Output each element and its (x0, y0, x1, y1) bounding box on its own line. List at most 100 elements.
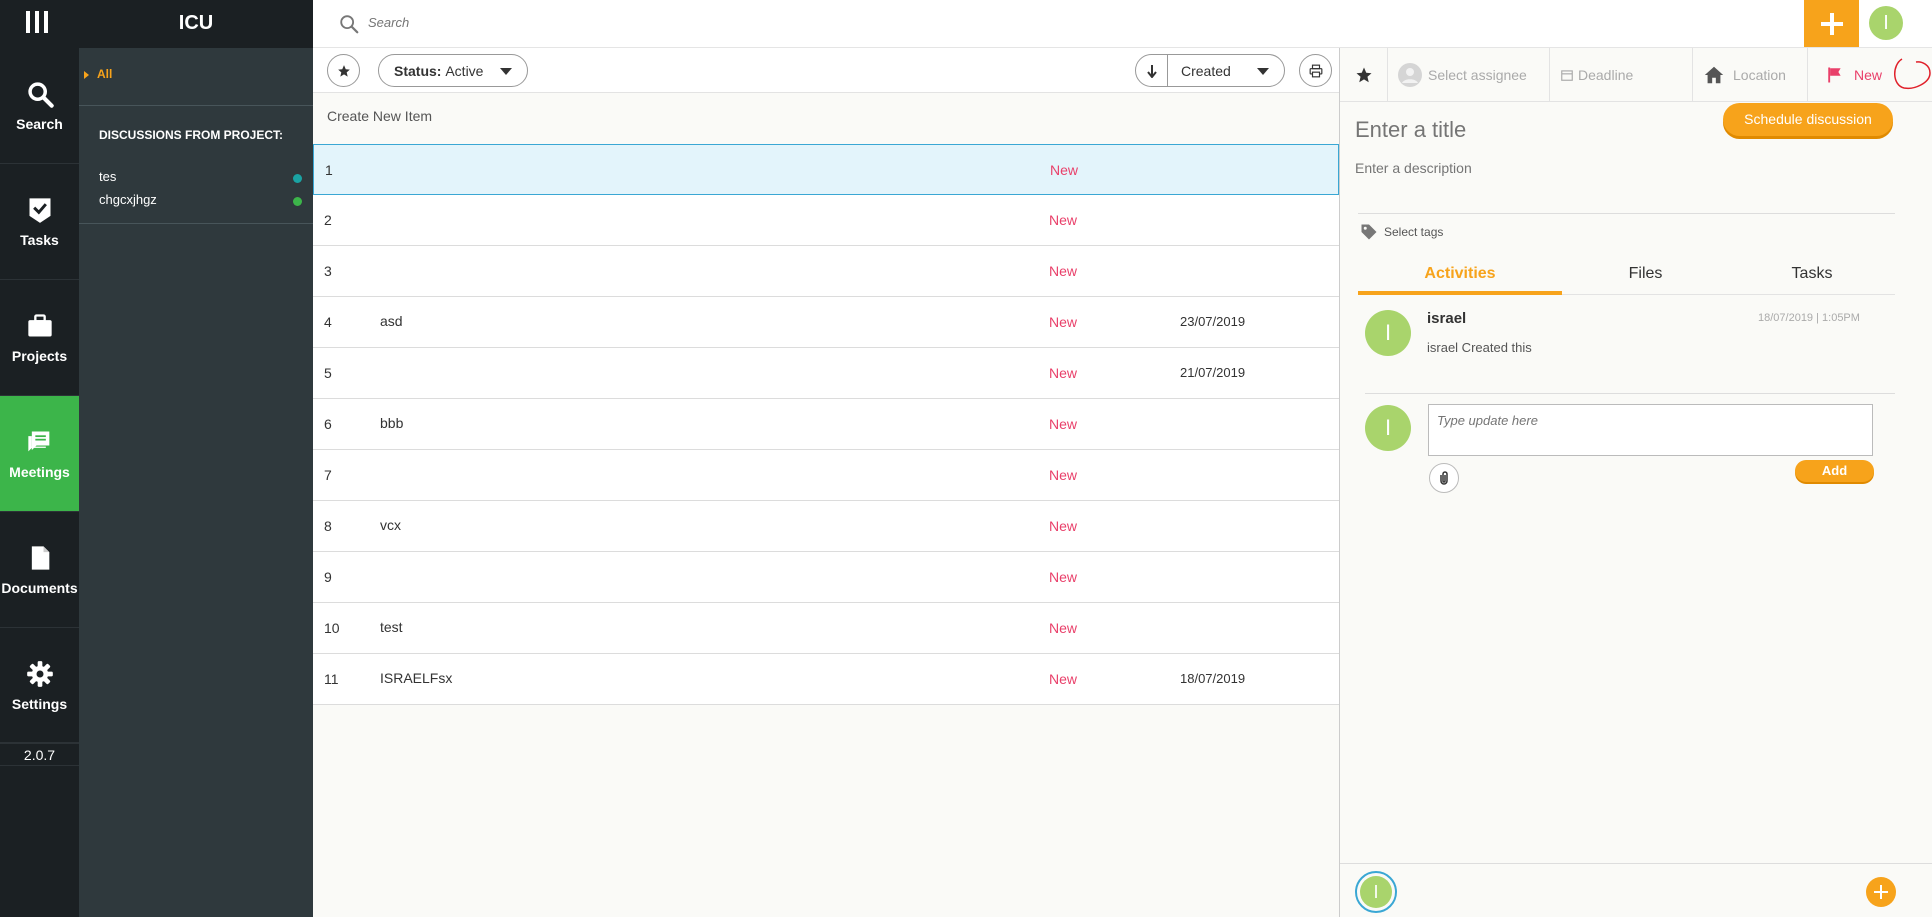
status-filter-dropdown[interactable]: Status: Active (378, 54, 528, 87)
star-icon (1356, 67, 1371, 83)
star-icon (337, 64, 350, 77)
plus-icon (1820, 12, 1843, 35)
sort-dropdown[interactable]: Created (1135, 54, 1285, 87)
chat-bubbles-icon (27, 431, 49, 451)
discussions-sidebar: ICU All DISCUSSIONS FROM PROJECT: tes ch… (79, 0, 313, 917)
nav-item-meetings[interactable]: Meetings (0, 396, 79, 512)
nav-item-documents[interactable]: Documents (0, 512, 79, 628)
update-input[interactable] (1428, 404, 1873, 456)
nav-item-tasks[interactable]: Tasks (0, 164, 79, 280)
row-title: ISRAELFsx (380, 670, 453, 686)
activity-user: israel (1427, 310, 1467, 327)
nav-label: Search (16, 115, 63, 132)
row-status: New (1049, 467, 1078, 483)
add-button[interactable] (1804, 0, 1859, 47)
watcher-avatar[interactable]: I (1355, 871, 1397, 913)
row-number: 2 (324, 212, 332, 228)
row-number: 8 (324, 518, 332, 534)
row-number: 1 (325, 162, 333, 178)
project-item-tes[interactable]: tes (99, 169, 304, 184)
table-row[interactable]: 7 New (313, 450, 1339, 501)
tags-selector[interactable]: Select tags (1360, 223, 1443, 241)
location-selector[interactable]: Location (1693, 48, 1808, 102)
nav-label: Documents (1, 579, 78, 596)
schedule-discussion-button[interactable]: Schedule discussion (1723, 103, 1893, 136)
status-label: New (1854, 67, 1883, 83)
nav-label: Tasks (20, 231, 59, 248)
chevron-down-icon (500, 68, 512, 75)
deadline-selector[interactable]: Deadline (1550, 48, 1693, 102)
sort-direction-button[interactable] (1136, 55, 1168, 86)
table-row[interactable]: 6 bbb New (313, 399, 1339, 450)
user-placeholder-icon (1398, 63, 1422, 87)
filter-all[interactable]: All (84, 67, 112, 81)
task-check-icon (29, 197, 50, 223)
row-number: 7 (324, 467, 332, 483)
print-button[interactable] (1299, 54, 1332, 87)
tag-icon (1361, 224, 1377, 240)
sort-value: Created (1181, 62, 1231, 79)
table-row[interactable]: 1 New (313, 144, 1339, 195)
star-toggle[interactable] (1340, 48, 1388, 102)
detail-panel: Select assignee Deadline Location New Sc… (1339, 48, 1932, 917)
user-avatar[interactable]: I (1869, 6, 1903, 40)
project-name: tes (99, 169, 117, 184)
project-color-dot (293, 174, 302, 183)
caret-right-icon (84, 70, 89, 79)
row-number: 10 (324, 620, 340, 636)
starred-filter-button[interactable] (327, 54, 360, 87)
tab-files[interactable]: Files (1562, 256, 1729, 295)
table-row[interactable]: 11 ISRAELFsx New 18/07/2019 (313, 654, 1339, 705)
calendar-icon (1561, 70, 1573, 81)
divider (1365, 393, 1895, 394)
row-number: 5 (324, 365, 332, 381)
activity-time: 18/07/2019 | 1:05PM (1758, 312, 1860, 324)
add-update-button[interactable]: Add (1795, 460, 1874, 482)
search-icon (27, 81, 54, 108)
attach-button[interactable] (1429, 463, 1459, 493)
search-input[interactable] (368, 10, 968, 34)
app-version: 2.0.7 (0, 742, 79, 766)
row-title: test (380, 619, 403, 635)
detail-tabs: Activities Files Tasks (1358, 256, 1895, 295)
comment-avatar: I (1365, 405, 1411, 451)
row-date: 23/07/2019 (1180, 314, 1246, 329)
home-icon (1704, 66, 1724, 84)
document-icon (31, 545, 49, 570)
app-title: ICU (79, 0, 313, 48)
row-status: New (1049, 263, 1078, 279)
arrow-down-icon (1146, 64, 1157, 78)
row-status: New (1049, 314, 1078, 330)
title-input[interactable] (1355, 114, 1715, 146)
table-row[interactable]: 4 asd New 23/07/2019 (313, 297, 1339, 348)
status-filter-label: Status: (394, 62, 442, 79)
nav-item-projects[interactable]: Projects (0, 280, 79, 396)
create-new-item[interactable]: Create New Item (327, 108, 432, 124)
table-row[interactable]: 8 vcx New (313, 501, 1339, 552)
row-number: 3 (324, 263, 332, 279)
nav-item-settings[interactable]: Settings (0, 628, 79, 744)
row-title: bbb (380, 415, 404, 431)
table-row[interactable]: 3 New (313, 246, 1339, 297)
nav-item-search[interactable]: Search (0, 48, 79, 164)
tab-tasks[interactable]: Tasks (1729, 256, 1895, 295)
description-input[interactable] (1355, 158, 1775, 178)
table-row[interactable]: 5 New 21/07/2019 (313, 348, 1339, 399)
detail-footer: I (1340, 863, 1932, 917)
table-row[interactable]: 2 New (313, 195, 1339, 246)
menu-icon[interactable] (26, 11, 48, 33)
add-watcher-button[interactable] (1866, 877, 1896, 907)
project-item-chgcxjhgz[interactable]: chgcxjhgz (99, 192, 304, 207)
location-label: Location (1733, 67, 1786, 83)
flag-icon (1828, 67, 1841, 83)
table-row[interactable]: 9 New (313, 552, 1339, 603)
tab-activities[interactable]: Activities (1358, 256, 1562, 295)
row-number: 4 (324, 314, 332, 330)
table-row[interactable]: 10 test New (313, 603, 1339, 654)
nav-label: Meetings (9, 463, 70, 480)
assignee-selector[interactable]: Select assignee (1388, 48, 1550, 102)
divider (79, 105, 313, 106)
red-circle-annotation (1894, 58, 1931, 90)
tags-placeholder: Select tags (1384, 225, 1444, 239)
chevron-down-icon (1257, 68, 1269, 75)
